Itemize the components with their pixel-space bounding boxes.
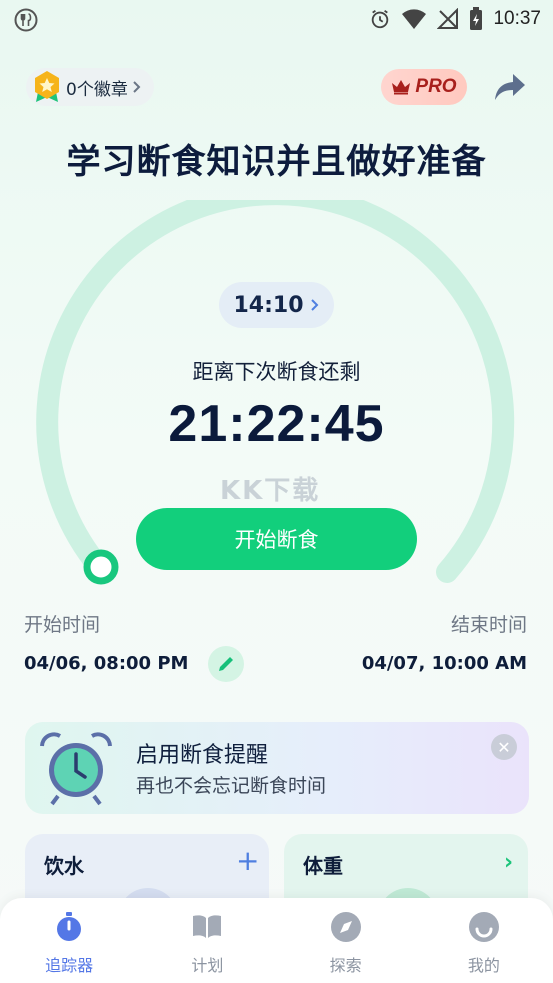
nav-item-explore[interactable]: 探索 [277,898,415,983]
watermark: KK下载 [220,476,321,506]
chevron-right-icon [310,299,318,311]
smile-icon [468,912,499,942]
reminder-title: 启用断食提醒 [136,743,269,768]
book-icon [193,915,222,938]
badge-count-label: 0个徽章 [66,79,128,100]
bottom-nav: 追踪器 计划 探索 我的 [0,898,553,983]
alarm-clock-icon [40,732,112,806]
edit-start-time-button[interactable] [208,646,244,682]
share-icon[interactable] [494,72,526,102]
nav-item-tracker[interactable]: 追踪器 [0,898,138,983]
stopwatch-icon [57,912,82,941]
battery-icon [470,7,483,30]
nav-item-plan[interactable]: 计划 [138,898,276,983]
close-icon: ✕ [497,737,511,757]
close-reminder-button[interactable]: ✕ [491,734,517,760]
end-time-label: 结束时间 [450,614,527,636]
start-time-label: 开始时间 [24,614,101,636]
weight-card-title: 体重 [303,854,343,878]
status-time: 10:37 [493,8,541,29]
badges-button[interactable]: 0个徽章 [26,68,154,106]
chevron-right-icon [133,81,141,93]
nav-label-tracker: 追踪器 [45,956,94,975]
pro-button[interactable]: PRO [381,69,467,105]
countdown-timer: 21:22:45 [168,395,385,453]
nav-label-profile: 我的 [467,956,500,975]
no-signal-icon [437,8,459,29]
nav-label-plan: 计划 [191,956,224,975]
page-title: 学习断食知识并且做好准备 [66,142,487,182]
progress-handle [83,549,119,585]
pencil-icon [219,657,233,671]
nav-item-profile[interactable]: 我的 [415,898,553,983]
water-card-title: 饮水 [44,854,84,878]
fork-knife-icon [14,8,38,32]
nav-label-explore: 探索 [329,956,362,975]
remaining-label: 距离下次断食还剩 [192,360,361,384]
reminder-subtitle: 再也不会忘记断食时间 [136,775,327,797]
badge-medal-icon [35,71,59,102]
plan-chip[interactable]: 14:10 [219,282,334,328]
pro-label: PRO [415,76,457,97]
plan-chip-label: 14:10 [233,292,304,318]
start-fasting-button[interactable]: 开始断食 [136,508,417,570]
chevron-right-icon[interactable]: › [504,850,513,875]
alarm-status-icon [372,9,389,29]
compass-icon [330,912,361,942]
crown-icon [392,80,411,95]
wifi-icon [402,9,427,29]
start-time-value: 04/06, 08:00 PM [24,653,189,674]
end-time-value: 04/07, 10:00 AM [361,653,527,674]
add-water-icon[interactable]: + [236,847,259,875]
status-bar: 10:37 [0,0,553,40]
status-icons: 10:37 [369,6,541,32]
